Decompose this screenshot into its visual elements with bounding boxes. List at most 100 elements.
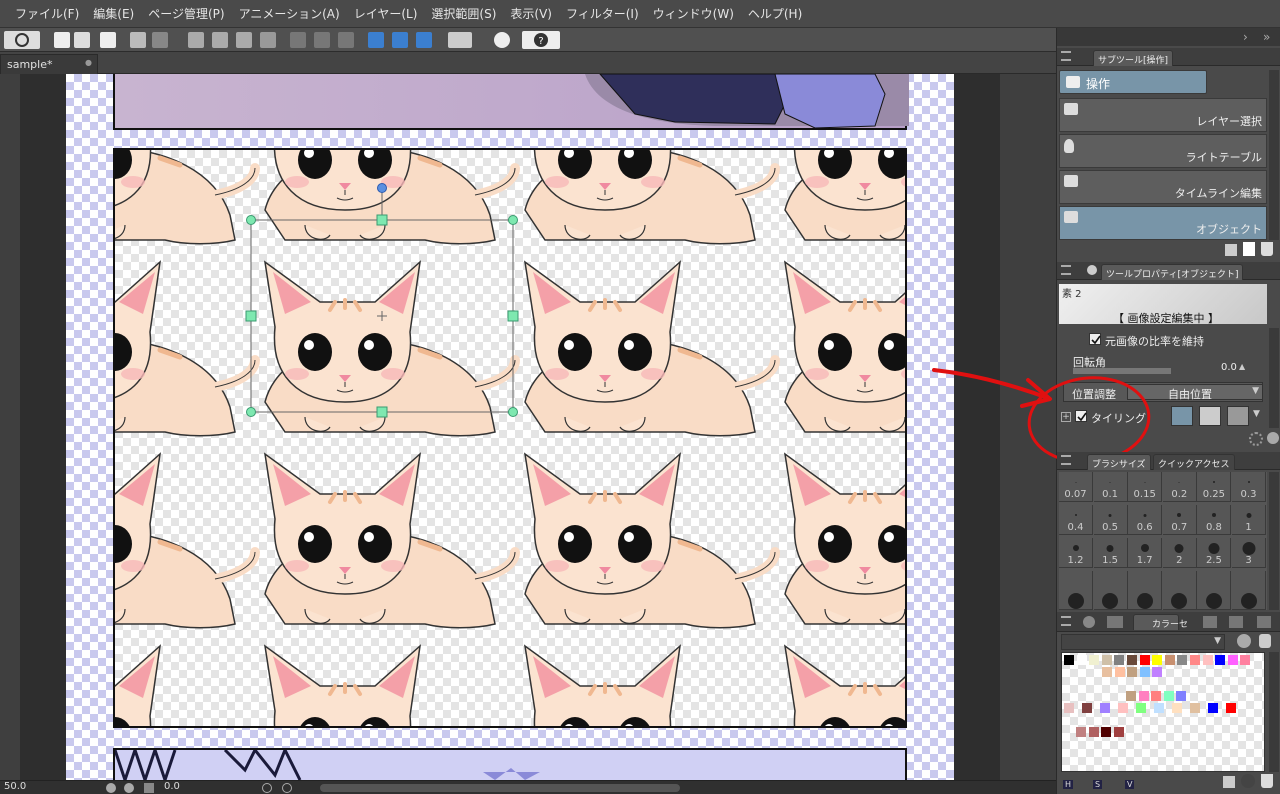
tool-property-tab[interactable]: ツールプロパティ[オブジェクト]	[1101, 264, 1244, 280]
undo-icon[interactable]	[130, 32, 146, 48]
color-swatch[interactable]	[1101, 655, 1112, 665]
collapse-dock-icon[interactable]: »	[1263, 30, 1270, 44]
color-swatch[interactable]	[1226, 703, 1236, 713]
menu-item-1[interactable]: 編集(E)	[86, 0, 141, 28]
color-swatch[interactable]	[1101, 727, 1112, 737]
color-swatch[interactable]	[1208, 703, 1218, 713]
tab-close-icon[interactable]: ●	[85, 58, 92, 67]
subtool-timeline[interactable]: タイムライン編集	[1059, 170, 1267, 204]
horizontal-scrollbar[interactable]	[320, 784, 680, 792]
brush-size-cell[interactable]	[1093, 571, 1128, 610]
expand-dock-icon[interactable]: ›	[1243, 30, 1248, 44]
chevron-down-icon[interactable]: ▼	[1253, 409, 1260, 419]
clear-icon[interactable]	[188, 32, 204, 48]
color-swatch[interactable]	[1138, 691, 1149, 701]
color-swatch[interactable]	[1177, 655, 1188, 665]
document-tab[interactable]: sample* ●	[0, 54, 98, 74]
rotate-right-icon[interactable]	[282, 783, 292, 793]
color-scrollbar[interactable]	[1269, 652, 1279, 772]
color-swatch[interactable]	[1152, 655, 1163, 665]
brush-size-cell[interactable]: 1.2	[1059, 538, 1093, 568]
brush-size-cell[interactable]: 0.6	[1128, 505, 1163, 535]
zoom-in-icon[interactable]	[124, 783, 134, 793]
color-swatch[interactable]	[1151, 691, 1162, 701]
color-swatch[interactable]	[1076, 655, 1087, 665]
add-color-icon[interactable]	[1241, 774, 1255, 788]
panel-menu-icon[interactable]	[1061, 616, 1071, 626]
eraser-icon[interactable]	[236, 32, 252, 48]
wrench-icon[interactable]	[1237, 634, 1251, 648]
quick-access-tab[interactable]: クイックアクセス	[1153, 454, 1235, 470]
display-settings-icon[interactable]	[448, 32, 472, 48]
menu-item-4[interactable]: レイヤー(L)	[347, 0, 425, 28]
brush-size-cell[interactable]	[1128, 571, 1163, 610]
menu-item-9[interactable]: ヘルプ(H)	[741, 0, 809, 28]
color-swatch[interactable]	[1202, 655, 1213, 665]
lock-icon[interactable]	[1259, 634, 1271, 648]
color-swatch[interactable]	[1118, 703, 1128, 713]
color-swatch[interactable]	[1064, 655, 1074, 665]
brush-size-cell[interactable]: 0.5	[1093, 505, 1128, 535]
color-swatch[interactable]	[1088, 727, 1099, 737]
color-swatch[interactable]	[1114, 655, 1125, 665]
app-logo-button[interactable]	[4, 31, 40, 49]
color-swatch[interactable]	[1215, 655, 1226, 665]
keep-ratio-checkbox[interactable]	[1089, 333, 1101, 345]
subtool-layer-select[interactable]: レイヤー選択	[1059, 98, 1267, 132]
subtool-group-operation[interactable]: 操作	[1059, 70, 1207, 94]
wrench-icon[interactable]	[1267, 432, 1279, 444]
snap-ruler-icon[interactable]	[368, 32, 384, 48]
panel-menu-icon[interactable]	[1061, 51, 1071, 61]
menu-item-6[interactable]: 表示(V)	[503, 0, 559, 28]
color-swatch[interactable]	[1164, 655, 1175, 665]
brush-size-cell[interactable]	[1232, 571, 1266, 610]
color-swatch[interactable]	[1113, 727, 1124, 737]
brush-size-cell[interactable]: 1.5	[1093, 538, 1128, 568]
rotation-value[interactable]: 0.0	[164, 781, 180, 792]
color-set-select[interactable]: ▼	[1061, 634, 1225, 650]
tiled-image-panel[interactable]	[113, 148, 907, 728]
deselect-icon[interactable]	[290, 32, 306, 48]
menu-item-0[interactable]: ファイル(F)	[8, 0, 86, 28]
open-file-icon[interactable]	[74, 32, 90, 48]
rotation-input[interactable]: 0.0	[1221, 362, 1237, 373]
brush-size-cell[interactable]: 1	[1232, 505, 1266, 535]
transform-handles[interactable]	[115, 150, 907, 728]
brush-size-cell[interactable]: 2.5	[1197, 538, 1232, 568]
tiling-mirror-button[interactable]	[1199, 406, 1221, 426]
brush-size-cell[interactable]: 1.7	[1128, 538, 1163, 568]
redo-icon[interactable]	[152, 32, 168, 48]
zoom-out-icon[interactable]	[106, 783, 116, 793]
delete-subtool-icon[interactable]	[1261, 242, 1273, 256]
color-swatch[interactable]	[1136, 703, 1146, 713]
fit-icon[interactable]	[144, 783, 154, 793]
info-icon[interactable]	[494, 32, 510, 48]
color-swatch[interactable]	[1102, 667, 1112, 677]
help-button[interactable]: ?	[522, 31, 560, 49]
color-swatch[interactable]	[1172, 703, 1182, 713]
canvas-area[interactable]	[0, 74, 1056, 780]
color-swatch[interactable]	[1240, 655, 1251, 665]
brush-size-cell[interactable]: 0.15	[1128, 472, 1163, 502]
approx-color-icon[interactable]	[1257, 616, 1271, 628]
color-swatch[interactable]	[1126, 691, 1136, 701]
intermediate-color-icon[interactable]	[1229, 616, 1243, 628]
color-swatch[interactable]	[1082, 703, 1092, 713]
settings-icon[interactable]	[1249, 432, 1263, 446]
brush-size-cell[interactable]: 0.8	[1197, 505, 1232, 535]
fill-icon[interactable]	[212, 32, 228, 48]
snap-grid-icon[interactable]	[416, 32, 432, 48]
color-swatch[interactable]	[1114, 667, 1125, 677]
snap-special-ruler-icon[interactable]	[392, 32, 408, 48]
subtool-panel-tab[interactable]: サブツール[操作]	[1093, 50, 1174, 66]
brush-size-cell[interactable]: 0.3	[1232, 472, 1266, 502]
subtool-object[interactable]: オブジェクト	[1059, 206, 1267, 240]
color-swatch[interactable]	[1089, 655, 1100, 665]
color-swatch[interactable]	[1076, 727, 1086, 737]
color-swatch[interactable]	[1154, 703, 1164, 713]
new-file-icon[interactable]	[54, 32, 70, 48]
save-icon[interactable]	[100, 32, 116, 48]
brush-size-cell[interactable]	[1197, 571, 1232, 610]
color-swatch[interactable]	[1227, 655, 1238, 665]
delete-color-icon[interactable]	[1261, 774, 1273, 788]
